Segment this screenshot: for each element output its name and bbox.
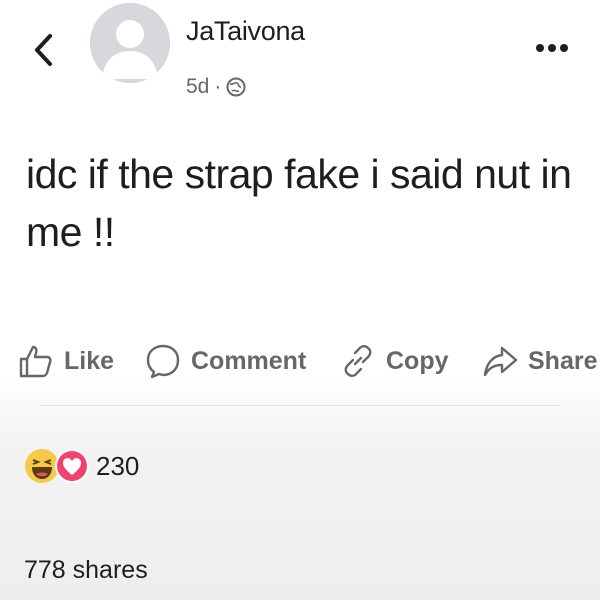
share-count[interactable]: 778 shares (24, 556, 148, 585)
like-button[interactable]: Like (18, 336, 114, 386)
copy-button[interactable]: Copy (340, 336, 449, 386)
share-button[interactable]: Share (482, 336, 597, 386)
thumbs-up-icon (19, 345, 52, 378)
post-timestamp[interactable]: 5d (186, 75, 209, 99)
post-action-bar: Like Comment Copy Share (14, 336, 597, 386)
back-button[interactable] (28, 30, 58, 70)
post-meta: 5d · (186, 72, 246, 102)
chevron-left-icon (35, 34, 52, 66)
meta-separator: · (214, 75, 222, 98)
reaction-count: 230 (96, 450, 140, 481)
author-name[interactable]: JaTaivona (186, 16, 305, 47)
ellipsis-icon (536, 44, 568, 52)
comment-button[interactable]: Comment (145, 336, 306, 386)
love-icon (54, 448, 90, 484)
default-avatar-icon (90, 3, 170, 83)
comment-label: Comment (191, 346, 307, 375)
avatar[interactable] (90, 3, 170, 83)
more-options-button[interactable] (532, 36, 572, 60)
comment-bubble-icon (146, 344, 180, 379)
post-text: idc if the strap fake i said nut in me !… (26, 151, 572, 255)
link-icon (344, 345, 372, 377)
globe-icon (226, 77, 246, 97)
copy-label: Copy (386, 346, 449, 375)
share-arrow-icon (483, 346, 518, 377)
post-header: JaTaivona 5d · (0, 0, 600, 110)
like-label: Like (64, 346, 115, 375)
divider (40, 405, 560, 406)
facebook-post-screen: JaTaivona 5d · idc if the strap fake i s… (0, 0, 600, 600)
reaction-summary[interactable]: 230 (24, 446, 139, 486)
share-label: Share (528, 346, 598, 375)
